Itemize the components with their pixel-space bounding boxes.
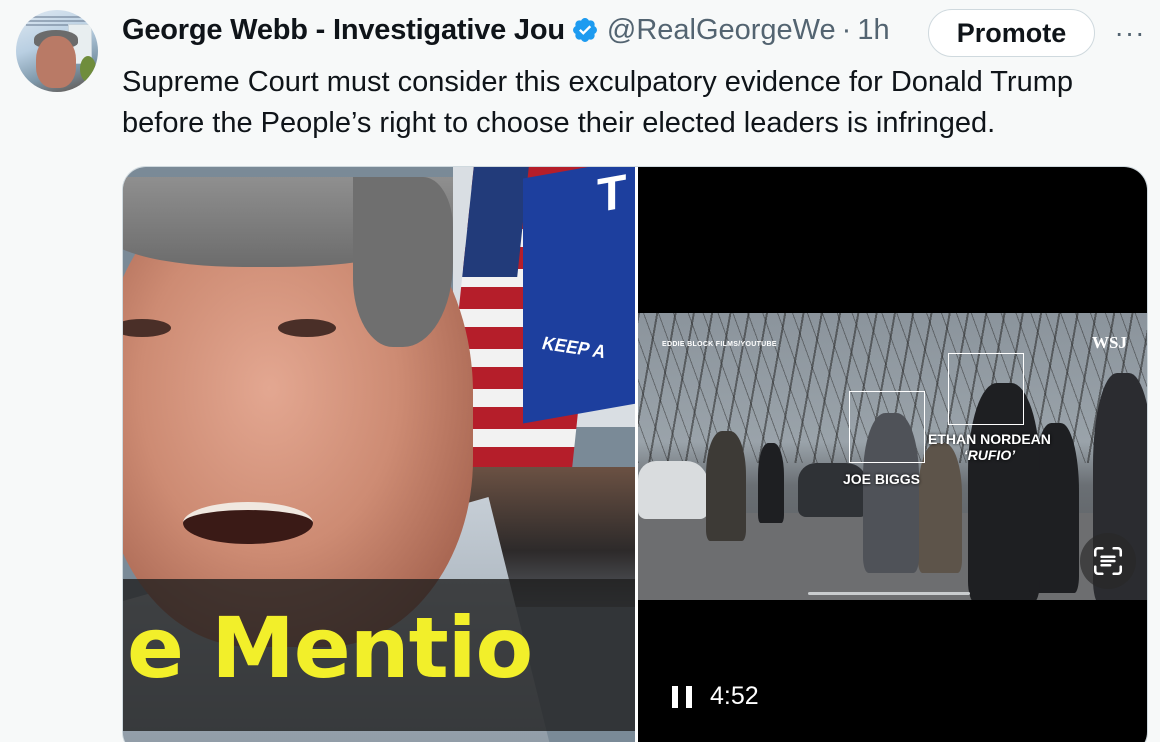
campaign-flag: T KEEP A (523, 167, 635, 424)
video-credit: EDDIE BLOCK FILMS/YOUTUBE (662, 341, 777, 348)
video-caption: e Mentio (127, 599, 533, 697)
tweet-header: George Webb - Investigative Jou @RealGeo… (122, 10, 890, 50)
label-joe-biggs: JOE BIGGS (843, 471, 921, 487)
author-avatar[interactable] (16, 10, 98, 92)
promote-button[interactable]: Promote (928, 9, 1095, 57)
verified-badge-icon (572, 18, 597, 42)
more-options-icon[interactable]: ··· (1110, 16, 1150, 50)
video-frame: JOE BIGGS ETHAN NORDEAN ‘RUFIO’ EDDIE BL… (638, 313, 1147, 600)
media-grid: T KEEP A e Mentio JOE BIGGS ETHAN NORDEA… (122, 166, 1148, 742)
video-controls[interactable]: 4:52 (672, 682, 759, 711)
video-duration: 4:52 (710, 682, 759, 710)
video-scrubber[interactable] (808, 592, 970, 595)
author-handle[interactable]: @RealGeorgeWe (607, 14, 836, 47)
author-name[interactable]: George Webb - Investigative Jou (122, 14, 565, 47)
pause-icon[interactable] (672, 685, 692, 708)
timestamp[interactable]: 1h (857, 14, 889, 47)
wsj-watermark: WSJ (1092, 333, 1127, 352)
id-box-joe (849, 391, 925, 463)
man-face (123, 177, 473, 647)
separator-dot: · (841, 13, 852, 46)
media-video-right[interactable]: JOE BIGGS ETHAN NORDEAN ‘RUFIO’ EDDIE BL… (638, 167, 1147, 742)
text-recognition-icon[interactable] (1080, 533, 1136, 589)
media-image-left[interactable]: T KEEP A e Mentio (123, 167, 635, 742)
label-ethan-nordean: ETHAN NORDEAN ‘RUFIO’ (928, 431, 1051, 463)
id-box-ethan (948, 353, 1024, 425)
tweet-text: Supreme Court must consider this exculpa… (122, 66, 1073, 139)
